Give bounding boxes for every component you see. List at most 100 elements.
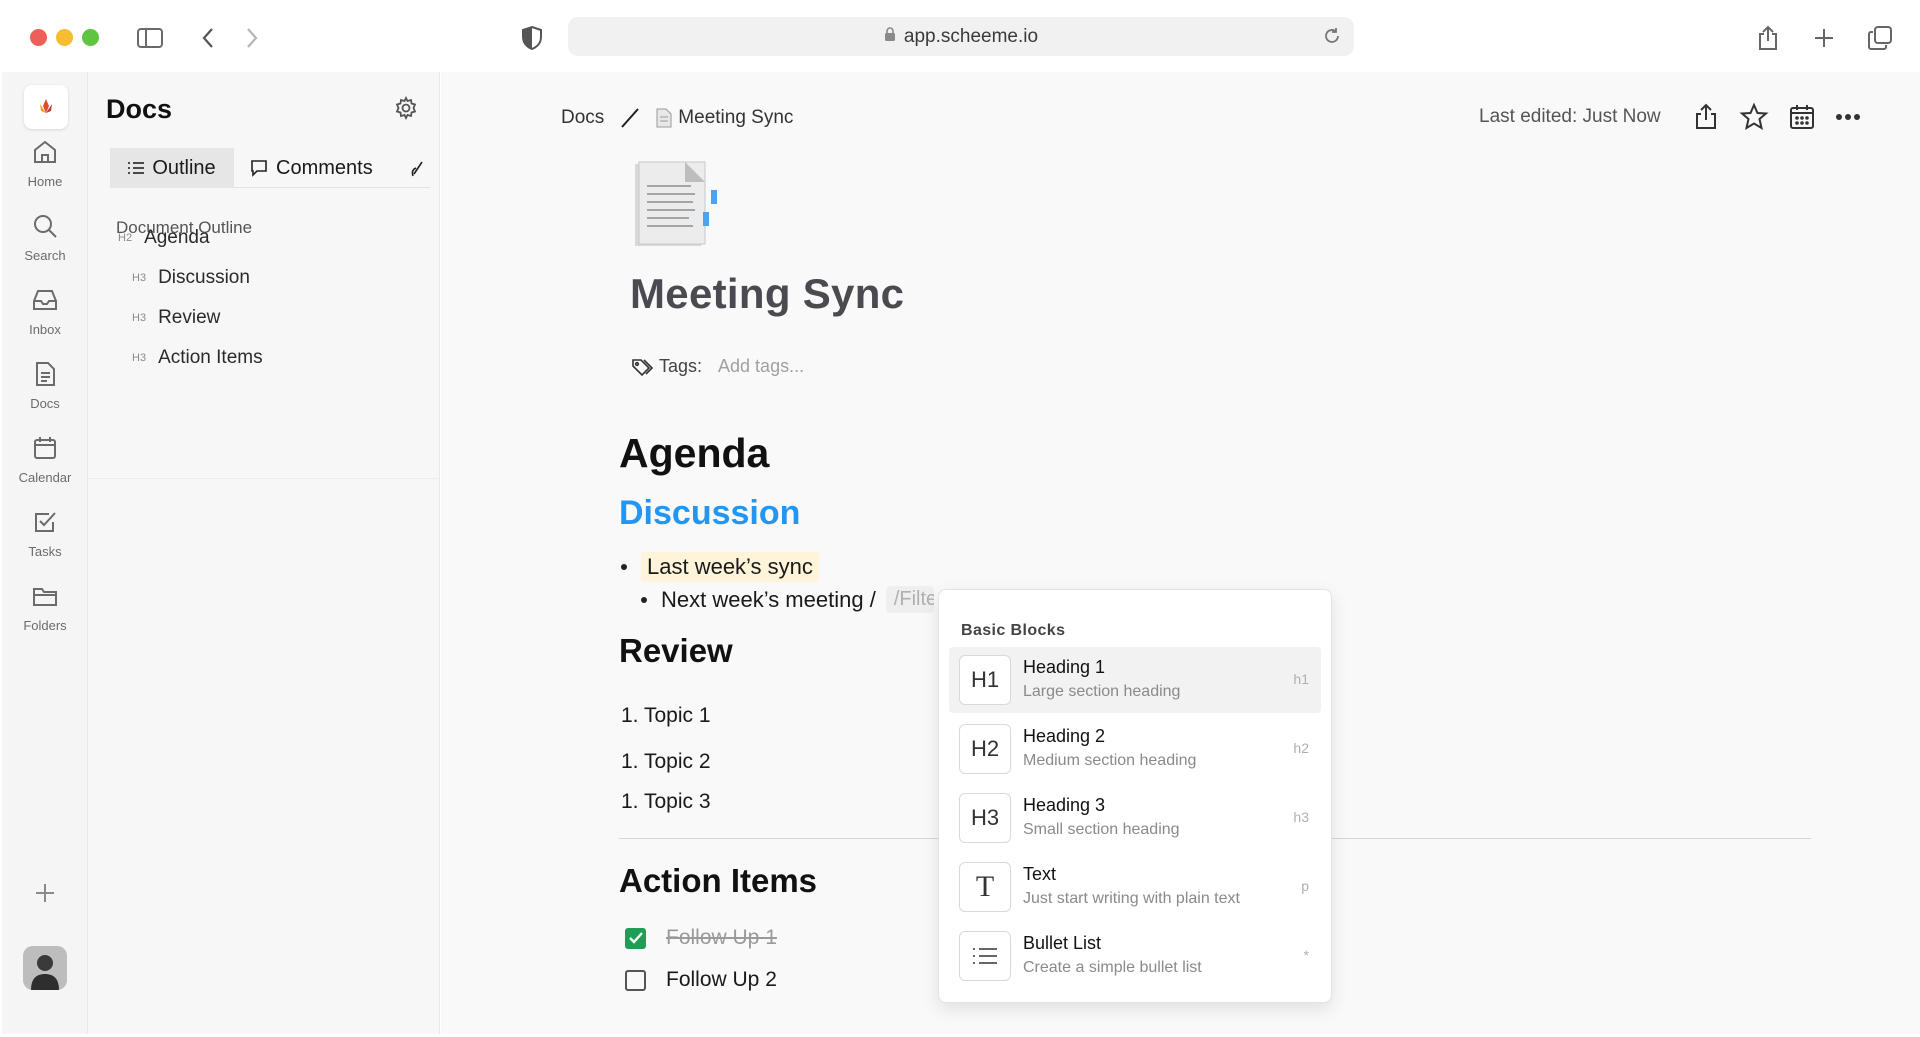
sidebar-toggle-icon[interactable] xyxy=(134,22,166,54)
tab-comments-label: Comments xyxy=(276,156,373,179)
menu-item-text[interactable]: T Text Just start writing with plain tex… xyxy=(949,854,1321,920)
outline-item-discussion[interactable]: H3 Discussion xyxy=(132,267,250,289)
shield-icon[interactable] xyxy=(516,22,548,54)
heading-review[interactable]: Review xyxy=(619,632,733,670)
heading-discussion[interactable]: Discussion xyxy=(619,494,800,533)
menu-item-desc: Medium section heading xyxy=(1023,752,1197,769)
menu-item-shortcut: * xyxy=(1303,947,1309,963)
avatar[interactable] xyxy=(23,946,67,990)
bullet-item[interactable]: Next week’s meeting / /Filter xyxy=(641,586,934,613)
address-bar[interactable]: app.scheeme.io xyxy=(568,17,1354,56)
browser-toolbar: app.scheeme.io xyxy=(0,0,1920,72)
tab-outline[interactable]: Outline xyxy=(110,148,234,188)
tasks-icon xyxy=(35,512,56,532)
outline-item-label: Agenda xyxy=(144,227,210,248)
menu-item-bullet-list[interactable]: Bullet List Create a simple bullet list … xyxy=(949,923,1321,989)
menu-item-desc: Large section heading xyxy=(1023,683,1181,700)
heading-3-icon: H3 xyxy=(959,793,1011,843)
outline-item-agenda[interactable]: H2 Agenda xyxy=(118,227,210,249)
checkbox-checked[interactable] xyxy=(625,927,646,949)
nav-calendar[interactable]: Calendar xyxy=(2,434,88,504)
nav-search-label: Search xyxy=(24,248,66,263)
zoom-window-button[interactable] xyxy=(82,29,99,46)
slash-separator-icon xyxy=(621,108,640,128)
block-menu-heading: Basic Blocks xyxy=(961,622,1066,639)
url-text: app.scheeme.io xyxy=(903,25,1039,47)
reload-icon[interactable] xyxy=(1322,26,1342,52)
heading-1-icon: H1 xyxy=(959,655,1011,705)
share-icon[interactable] xyxy=(1752,22,1784,54)
nav-folders[interactable]: Folders xyxy=(2,582,88,652)
nav-tasks[interactable]: Tasks xyxy=(2,508,88,578)
new-tab-icon[interactable] xyxy=(1808,22,1840,54)
panel-title: Docs xyxy=(106,94,173,124)
bullet-text-highlighted: Last week’s sync xyxy=(641,552,819,582)
document-title[interactable]: Meeting Sync xyxy=(630,270,904,318)
outline-item-review[interactable]: H3 Review xyxy=(132,307,220,329)
bullet-text: Next week’s meeting / xyxy=(661,586,876,612)
outline-tag: H3 xyxy=(132,352,147,364)
menu-item-shortcut: h2 xyxy=(1293,740,1309,756)
bullet-item[interactable]: Last week’s sync xyxy=(621,552,819,582)
panel-tabs: Outline Comments xyxy=(110,148,430,188)
list-icon xyxy=(128,162,145,174)
nav-docs-label: Docs xyxy=(30,396,60,411)
text-icon: T xyxy=(959,862,1011,912)
docs-side-panel: Docs Outline Comments Document Outline H… xyxy=(88,72,440,1034)
nav-search[interactable]: Search xyxy=(2,212,88,282)
nav-docs[interactable]: Docs xyxy=(2,360,88,430)
menu-item-desc: Create a simple bullet list xyxy=(1023,959,1202,976)
edit-icon[interactable] xyxy=(410,148,434,188)
menu-item-heading-1[interactable]: H1 Heading 1 Large section heading h1 xyxy=(949,647,1321,713)
calendar-icon[interactable] xyxy=(1787,102,1817,132)
inbox-icon xyxy=(33,290,57,310)
slash-filter-input[interactable]: /Filter xyxy=(885,586,934,613)
nav-home-label: Home xyxy=(27,174,63,189)
menu-item-shortcut: h1 xyxy=(1293,671,1309,687)
numbered-item[interactable]: 1. Topic 2 xyxy=(621,750,711,774)
breadcrumb: Docs Meeting Sync xyxy=(561,106,793,130)
company-logo[interactable] xyxy=(24,85,68,129)
todo-item[interactable]: Follow Up 2 xyxy=(625,968,777,992)
nav-folders-label: Folders xyxy=(23,618,67,633)
checkbox-unchecked[interactable] xyxy=(625,969,646,991)
menu-item-heading-2[interactable]: H2 Heading 2 Medium section heading h2 xyxy=(949,716,1321,782)
export-icon[interactable] xyxy=(1691,102,1721,132)
document-cover-icon[interactable] xyxy=(633,160,719,250)
todo-label: Follow Up 2 xyxy=(666,968,777,991)
close-window-button[interactable] xyxy=(30,29,47,46)
add-icon[interactable] xyxy=(30,878,60,908)
todo-label-done: Follow Up 1 xyxy=(666,926,777,949)
menu-item-shortcut: h3 xyxy=(1293,809,1309,825)
breadcrumb-root[interactable]: Docs xyxy=(561,107,604,129)
comment-icon xyxy=(251,160,267,177)
tabs-overview-icon[interactable] xyxy=(1864,22,1896,54)
outline-tag: H2 xyxy=(118,232,133,244)
todo-item[interactable]: Follow Up 1 xyxy=(625,926,777,950)
outline-item-action-items[interactable]: H3 Action Items xyxy=(132,347,263,369)
tags-input[interactable]: Add tags... xyxy=(718,356,804,377)
numbered-item[interactable]: 1. Topic 1 xyxy=(621,704,711,728)
more-icon[interactable] xyxy=(1833,102,1863,132)
menu-item-title: Text xyxy=(1023,864,1057,884)
gear-icon[interactable] xyxy=(394,95,418,121)
tags-row: Tags: Add tags... xyxy=(631,356,804,377)
home-icon xyxy=(34,140,56,163)
nav-tasks-label: Tasks xyxy=(28,544,62,559)
nav-home[interactable]: Home xyxy=(2,138,88,208)
breadcrumb-current[interactable]: Meeting Sync xyxy=(678,107,793,129)
heading-action-items[interactable]: Action Items xyxy=(619,862,817,900)
heading-agenda[interactable]: Agenda xyxy=(619,430,769,477)
minimize-window-button[interactable] xyxy=(56,29,73,46)
menu-item-desc: Small section heading xyxy=(1023,821,1180,838)
numbered-item[interactable]: 1. Topic 3 xyxy=(621,790,711,814)
nav-inbox[interactable]: Inbox xyxy=(2,286,88,356)
menu-item-title: Bullet List xyxy=(1023,933,1102,953)
tab-comments[interactable]: Comments xyxy=(250,148,373,188)
menu-item-heading-3[interactable]: H3 Heading 3 Small section heading h3 xyxy=(949,785,1321,851)
star-icon[interactable] xyxy=(1739,102,1769,132)
panel-divider xyxy=(88,478,440,479)
menu-item-title: Heading 2 xyxy=(1023,726,1106,746)
forward-icon[interactable] xyxy=(236,22,268,54)
back-icon[interactable] xyxy=(192,22,224,54)
